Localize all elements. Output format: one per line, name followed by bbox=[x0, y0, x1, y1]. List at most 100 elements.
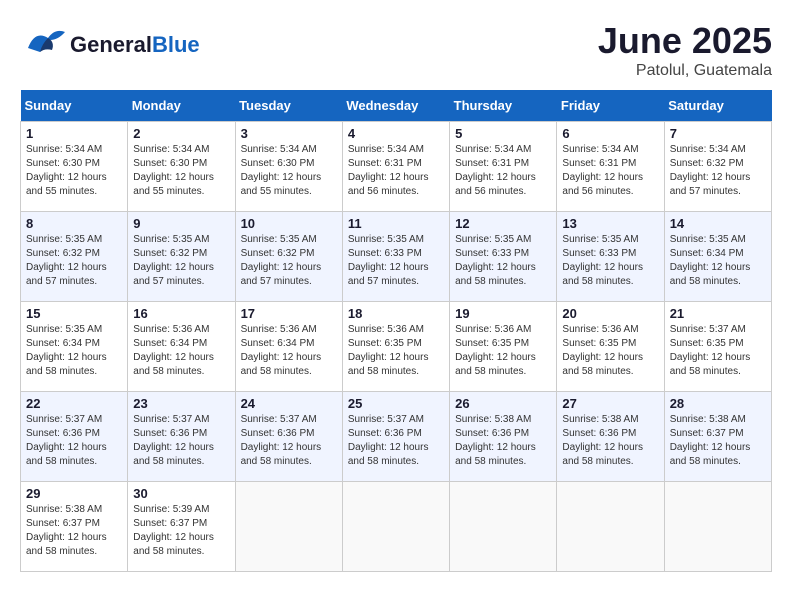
sunset-label: Sunset: 6:30 PM bbox=[26, 158, 100, 169]
day-info: Sunrise: 5:35 AM Sunset: 6:32 PM Dayligh… bbox=[133, 233, 229, 289]
daylight-label: Daylight: 12 hours bbox=[133, 172, 214, 183]
sunrise-label: Sunrise: 5:35 AM bbox=[562, 234, 638, 245]
sunrise-label: Sunrise: 5:35 AM bbox=[133, 234, 209, 245]
daylight-minutes: and 58 minutes. bbox=[562, 366, 633, 377]
day-number: 13 bbox=[562, 216, 658, 231]
sunset-label: Sunset: 6:35 PM bbox=[348, 338, 422, 349]
day-info: Sunrise: 5:35 AM Sunset: 6:34 PM Dayligh… bbox=[670, 233, 766, 289]
daylight-minutes: and 58 minutes. bbox=[670, 456, 741, 467]
sunset-label: Sunset: 6:37 PM bbox=[26, 518, 100, 529]
day-info: Sunrise: 5:38 AM Sunset: 6:36 PM Dayligh… bbox=[455, 413, 551, 469]
daylight-minutes: and 58 minutes. bbox=[562, 456, 633, 467]
sunset-label: Sunset: 6:30 PM bbox=[241, 158, 315, 169]
calendar-cell bbox=[557, 482, 664, 572]
day-number: 7 bbox=[670, 126, 766, 141]
daylight-minutes: and 58 minutes. bbox=[26, 546, 97, 557]
day-info: Sunrise: 5:35 AM Sunset: 6:33 PM Dayligh… bbox=[348, 233, 444, 289]
day-number: 4 bbox=[348, 126, 444, 141]
calendar-cell: 28 Sunrise: 5:38 AM Sunset: 6:37 PM Dayl… bbox=[664, 392, 771, 482]
day-info: Sunrise: 5:35 AM Sunset: 6:32 PM Dayligh… bbox=[26, 233, 122, 289]
calendar-cell: 23 Sunrise: 5:37 AM Sunset: 6:36 PM Dayl… bbox=[128, 392, 235, 482]
day-number: 17 bbox=[241, 306, 337, 321]
calendar-cell: 8 Sunrise: 5:35 AM Sunset: 6:32 PM Dayli… bbox=[21, 212, 128, 302]
day-number: 8 bbox=[26, 216, 122, 231]
day-info: Sunrise: 5:37 AM Sunset: 6:36 PM Dayligh… bbox=[26, 413, 122, 469]
sunrise-label: Sunrise: 5:34 AM bbox=[241, 144, 317, 155]
sunrise-label: Sunrise: 5:38 AM bbox=[26, 504, 102, 515]
calendar-cell: 25 Sunrise: 5:37 AM Sunset: 6:36 PM Dayl… bbox=[342, 392, 449, 482]
calendar-cell: 4 Sunrise: 5:34 AM Sunset: 6:31 PM Dayli… bbox=[342, 122, 449, 212]
sunset-label: Sunset: 6:30 PM bbox=[133, 158, 207, 169]
sunrise-label: Sunrise: 5:39 AM bbox=[133, 504, 209, 515]
day-info: Sunrise: 5:37 AM Sunset: 6:35 PM Dayligh… bbox=[670, 323, 766, 379]
day-number: 3 bbox=[241, 126, 337, 141]
daylight-minutes: and 58 minutes. bbox=[241, 456, 312, 467]
sunset-label: Sunset: 6:31 PM bbox=[348, 158, 422, 169]
daylight-label: Daylight: 12 hours bbox=[26, 172, 107, 183]
daylight-label: Daylight: 12 hours bbox=[26, 532, 107, 543]
sunset-label: Sunset: 6:37 PM bbox=[133, 518, 207, 529]
day-info: Sunrise: 5:34 AM Sunset: 6:30 PM Dayligh… bbox=[133, 143, 229, 199]
daylight-minutes: and 58 minutes. bbox=[455, 456, 526, 467]
daylight-label: Daylight: 12 hours bbox=[670, 352, 751, 363]
header-saturday: Saturday bbox=[664, 90, 771, 122]
day-info: Sunrise: 5:38 AM Sunset: 6:37 PM Dayligh… bbox=[670, 413, 766, 469]
calendar-week-row: 8 Sunrise: 5:35 AM Sunset: 6:32 PM Dayli… bbox=[21, 212, 772, 302]
sunset-label: Sunset: 6:35 PM bbox=[562, 338, 636, 349]
sunset-label: Sunset: 6:33 PM bbox=[348, 248, 422, 259]
day-info: Sunrise: 5:37 AM Sunset: 6:36 PM Dayligh… bbox=[348, 413, 444, 469]
daylight-label: Daylight: 12 hours bbox=[133, 442, 214, 453]
day-info: Sunrise: 5:36 AM Sunset: 6:35 PM Dayligh… bbox=[562, 323, 658, 379]
sunrise-label: Sunrise: 5:36 AM bbox=[455, 324, 531, 335]
day-info: Sunrise: 5:34 AM Sunset: 6:32 PM Dayligh… bbox=[670, 143, 766, 199]
day-number: 11 bbox=[348, 216, 444, 231]
sunset-label: Sunset: 6:36 PM bbox=[241, 428, 315, 439]
sunrise-label: Sunrise: 5:35 AM bbox=[348, 234, 424, 245]
day-info: Sunrise: 5:36 AM Sunset: 6:34 PM Dayligh… bbox=[133, 323, 229, 379]
header-sunday: Sunday bbox=[21, 90, 128, 122]
daylight-minutes: and 55 minutes. bbox=[133, 186, 204, 197]
daylight-label: Daylight: 12 hours bbox=[241, 172, 322, 183]
daylight-label: Daylight: 12 hours bbox=[133, 262, 214, 273]
daylight-label: Daylight: 12 hours bbox=[241, 352, 322, 363]
day-number: 19 bbox=[455, 306, 551, 321]
daylight-label: Daylight: 12 hours bbox=[241, 442, 322, 453]
sunset-label: Sunset: 6:36 PM bbox=[133, 428, 207, 439]
sunrise-label: Sunrise: 5:37 AM bbox=[348, 414, 424, 425]
sunset-label: Sunset: 6:35 PM bbox=[670, 338, 744, 349]
calendar-cell: 5 Sunrise: 5:34 AM Sunset: 6:31 PM Dayli… bbox=[450, 122, 557, 212]
day-info: Sunrise: 5:35 AM Sunset: 6:32 PM Dayligh… bbox=[241, 233, 337, 289]
calendar-cell bbox=[664, 482, 771, 572]
calendar-cell: 10 Sunrise: 5:35 AM Sunset: 6:32 PM Dayl… bbox=[235, 212, 342, 302]
daylight-label: Daylight: 12 hours bbox=[26, 352, 107, 363]
calendar-cell: 20 Sunrise: 5:36 AM Sunset: 6:35 PM Dayl… bbox=[557, 302, 664, 392]
day-number: 21 bbox=[670, 306, 766, 321]
daylight-minutes: and 57 minutes. bbox=[241, 276, 312, 287]
daylight-minutes: and 57 minutes. bbox=[26, 276, 97, 287]
calendar-cell: 6 Sunrise: 5:34 AM Sunset: 6:31 PM Dayli… bbox=[557, 122, 664, 212]
sunrise-label: Sunrise: 5:35 AM bbox=[455, 234, 531, 245]
day-number: 2 bbox=[133, 126, 229, 141]
weekday-header-row: Sunday Monday Tuesday Wednesday Thursday… bbox=[21, 90, 772, 122]
calendar-cell bbox=[342, 482, 449, 572]
daylight-minutes: and 56 minutes. bbox=[455, 186, 526, 197]
day-number: 25 bbox=[348, 396, 444, 411]
daylight-label: Daylight: 12 hours bbox=[133, 532, 214, 543]
sunrise-label: Sunrise: 5:34 AM bbox=[455, 144, 531, 155]
logo-icon bbox=[20, 20, 70, 70]
logo: General Blue bbox=[20, 20, 200, 70]
calendar-cell: 12 Sunrise: 5:35 AM Sunset: 6:33 PM Dayl… bbox=[450, 212, 557, 302]
daylight-label: Daylight: 12 hours bbox=[348, 352, 429, 363]
day-number: 9 bbox=[133, 216, 229, 231]
sunrise-label: Sunrise: 5:36 AM bbox=[562, 324, 638, 335]
header-friday: Friday bbox=[557, 90, 664, 122]
daylight-minutes: and 58 minutes. bbox=[348, 366, 419, 377]
daylight-label: Daylight: 12 hours bbox=[455, 262, 536, 273]
sunset-label: Sunset: 6:32 PM bbox=[133, 248, 207, 259]
sunrise-label: Sunrise: 5:35 AM bbox=[670, 234, 746, 245]
sunrise-label: Sunrise: 5:34 AM bbox=[133, 144, 209, 155]
daylight-label: Daylight: 12 hours bbox=[133, 352, 214, 363]
sunset-label: Sunset: 6:36 PM bbox=[26, 428, 100, 439]
daylight-minutes: and 55 minutes. bbox=[26, 186, 97, 197]
sunrise-label: Sunrise: 5:36 AM bbox=[133, 324, 209, 335]
